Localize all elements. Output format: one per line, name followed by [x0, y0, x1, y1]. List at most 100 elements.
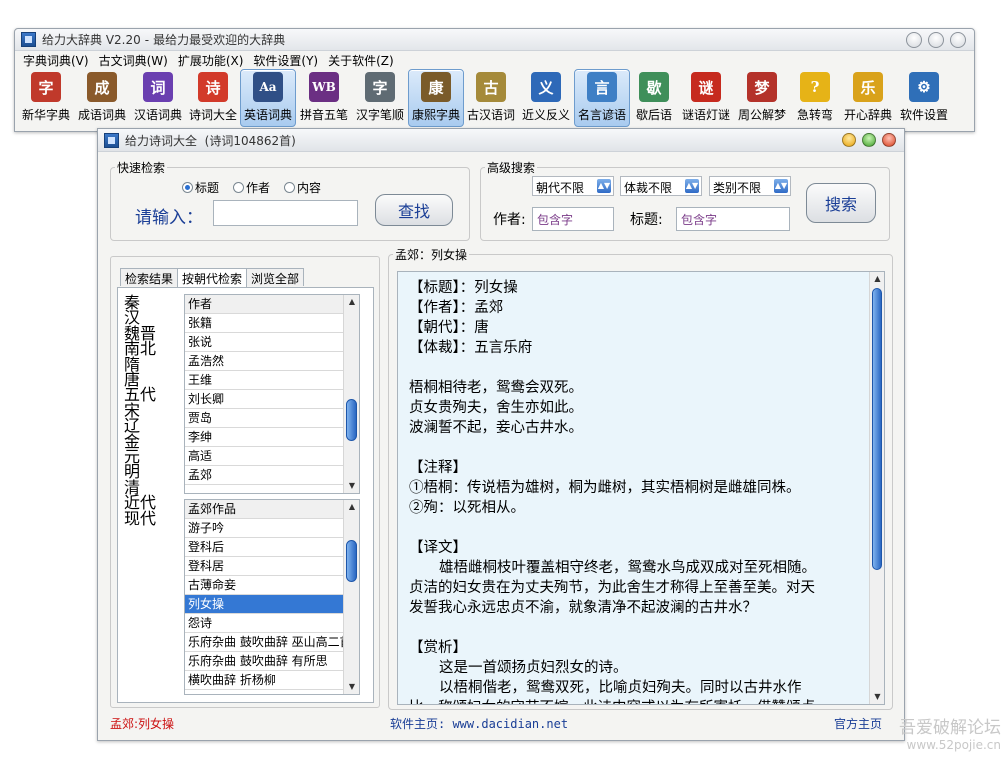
works-list-scrollbar[interactable]: ▲ ▼ [343, 500, 359, 694]
menu-item-4[interactable]: 关于软件(Z) [328, 52, 394, 69]
author-row[interactable]: 孟郊 [185, 466, 343, 485]
author-row[interactable]: 王维 [185, 371, 343, 390]
author-scroll-thumb[interactable] [346, 399, 357, 441]
main-title-bar[interactable]: 给力大辞典 V2.20- 最给力最受欢迎的大辞典 [15, 29, 974, 51]
radio-button-icon[interactable] [233, 182, 245, 193]
toolbar-button-ancient[interactable]: 古古汉语词 [464, 69, 518, 127]
content-line: ②殉：以死相从。 [409, 500, 525, 516]
toolbar-label: 诗词大全 [188, 108, 237, 122]
toolbar-label: 英语词典 [243, 108, 292, 122]
radio-button-icon[interactable] [182, 182, 193, 193]
content-scrollbar[interactable]: ▲ ▼ [869, 272, 884, 704]
toolbar-button-quote[interactable]: 言名言谚语 [574, 69, 630, 127]
search-button[interactable]: 搜索 [806, 183, 876, 223]
toolbar-button-dictionary[interactable]: 词汉语词典 [130, 69, 186, 127]
close-button[interactable] [950, 32, 966, 48]
author-row[interactable]: 张说 [185, 333, 343, 352]
author-list[interactable]: 作者 张籍 张说 孟浩然 王维 刘长卿 贾岛 李绅 高适 孟郊 ▲ ▼ [184, 294, 360, 494]
work-row[interactable]: 横吹曲辞 折杨柳 [185, 671, 343, 690]
content-line: 【朝代】：唐 [409, 320, 489, 336]
scroll-down-icon[interactable]: ▼ [870, 690, 884, 704]
tab-1[interactable]: 按朝代检索 [177, 268, 248, 287]
dynasty-list: 秦汉魏晋 南北隋唐五代宋辽金元明清近代 现代 [124, 294, 172, 526]
toolbar-button-dream[interactable]: 梦周公解梦 [734, 69, 790, 127]
ancient-icon: 古 [476, 72, 506, 102]
radio-0[interactable]: 标题 [182, 179, 219, 196]
author-input[interactable]: 包含字 [532, 207, 614, 231]
work-row[interactable]: 乐府杂曲 鼓吹曲辞 有所思 [185, 652, 343, 671]
author-row[interactable]: 孟浩然 [185, 352, 343, 371]
dynasty-item[interactable]: 现代 [124, 510, 172, 526]
poem-maximize-button[interactable] [862, 133, 876, 147]
menu-item-1[interactable]: 古文词典(W) [99, 52, 168, 69]
works-list[interactable]: 孟郊作品 游子吟 登科后 登科居 古薄命妾 列女操 怨诗 乐府杂曲 鼓吹曲辞 巫山高二首 乐府杂… [184, 499, 360, 695]
works-scroll-thumb[interactable] [346, 540, 357, 582]
toolbar-label: 名言谚语 [577, 108, 626, 122]
toolbar-button-gear[interactable]: ⚙ 软件设置 [896, 69, 952, 127]
menu-item-0[interactable]: 字典词典(V) [23, 52, 89, 69]
content-scroll-thumb[interactable] [872, 288, 882, 570]
toolbar-button-poem[interactable]: 诗诗词大全 [186, 69, 240, 127]
tab-0[interactable]: 检索结果 [120, 268, 179, 286]
toolbar-button-lightbulb[interactable]: ? 急转弯 [790, 69, 840, 127]
toolbar-button-xiehouyu[interactable]: 歇歇后语 [630, 69, 678, 127]
tab-strip: 检索结果 按朝代检索 浏览全部 [120, 268, 305, 287]
toolbar-button-stroke[interactable]: 字汉字笔顺 [352, 69, 408, 127]
author-row[interactable]: 高适 [185, 447, 343, 466]
scroll-down-icon[interactable]: ▼ [344, 479, 359, 493]
work-row[interactable]: 登科后 [185, 538, 343, 557]
genre-select[interactable]: 体裁不限 ▲▼ [620, 176, 702, 196]
author-row[interactable]: 张籍 [185, 314, 343, 333]
status-official-link[interactable]: 官方主页 [834, 715, 882, 732]
toolbar-button-book[interactable]: 成成语词典 [74, 69, 130, 127]
author-row[interactable]: 贾岛 [185, 409, 343, 428]
toolbar-button-pinyin[interactable]: WB 拼音五笔 [296, 69, 352, 127]
content-line [409, 518, 864, 538]
poem-minimize-button[interactable] [842, 133, 856, 147]
poem-content[interactable]: 【标题】：列女操 【作者】：孟郊 【朝代】：唐 【体裁】：五言乐府 梧桐相待老，鸳鸯会双… [397, 271, 885, 705]
status-homepage[interactable]: 软件主页: www.dacidian.net [390, 715, 568, 732]
radio-1[interactable]: 作者 [233, 179, 270, 196]
poem-title-bar[interactable]: 给力诗词大全 (诗词104862首) [98, 129, 904, 152]
content-line: 贞洁的妇女贵在为丈夫殉节，为此舍生才称得上至善至美。对天 [409, 580, 815, 596]
content-line: 发誓我心永远忠贞不渝，就象清净不起波澜的古井水？ [409, 600, 757, 616]
scroll-down-icon[interactable]: ▼ [344, 680, 359, 694]
content-legend: 孟郊：列女操 [395, 248, 468, 262]
toolbar-button-kangxi[interactable]: 康康熙字典 [408, 69, 464, 127]
scroll-up-icon[interactable]: ▲ [344, 295, 359, 309]
quick-search-input[interactable] [213, 200, 358, 226]
tab-2[interactable]: 浏览全部 [246, 268, 305, 286]
menu-item-3[interactable]: 软件设置(Y) [253, 52, 318, 69]
toolbar-button-character[interactable]: 字新华字典 [18, 69, 74, 127]
work-row[interactable]: 乐府杂曲 鼓吹曲辞 巫山高二首 [185, 633, 343, 652]
author-row[interactable]: 刘长卿 [185, 390, 343, 409]
dynasty-select[interactable]: 朝代不限 ▲▼ [532, 176, 614, 196]
work-row[interactable]: 古薄命妾 [185, 576, 343, 595]
radio-button-icon[interactable] [284, 182, 296, 193]
scroll-up-icon[interactable]: ▲ [344, 500, 359, 514]
toolbar-button-happy[interactable]: 乐开心辞典 [840, 69, 896, 127]
character-icon: 字 [31, 72, 61, 102]
author-list-scrollbar[interactable]: ▲ ▼ [343, 295, 359, 493]
work-row[interactable]: 游子吟 [185, 519, 343, 538]
toolbar-button-english[interactable]: Aa 英语词典 [240, 69, 296, 127]
radio-2[interactable]: 内容 [284, 179, 321, 196]
watermark-title: 吾爱破解论坛 [899, 718, 1001, 738]
menu-item-2[interactable]: 扩展功能(X) [178, 52, 244, 69]
toolbar-button-synonym[interactable]: 义近义反义 [518, 69, 574, 127]
toolbar-button-lantern[interactable]: 谜谜语灯谜 [678, 69, 734, 127]
poem-window: 给力诗词大全 (诗词104862首) 快速检索 标题 作者 内容 请输入： 查找 高… [97, 128, 905, 741]
author-row[interactable]: 李绅 [185, 428, 343, 447]
poem-icon: 诗 [198, 72, 228, 102]
find-button[interactable]: 查找 [375, 194, 453, 226]
category-select[interactable]: 类别不限 ▲▼ [709, 176, 791, 196]
work-row[interactable]: 列女操 [185, 595, 343, 614]
title-input[interactable]: 包含字 [676, 207, 790, 231]
scroll-up-icon[interactable]: ▲ [870, 272, 884, 286]
work-row[interactable]: 怨诗 [185, 614, 343, 633]
work-row[interactable]: 登科居 [185, 557, 343, 576]
maximize-button[interactable] [928, 32, 944, 48]
dream-icon: 梦 [747, 72, 777, 102]
minimize-button[interactable] [906, 32, 922, 48]
poem-close-button[interactable] [882, 133, 896, 147]
